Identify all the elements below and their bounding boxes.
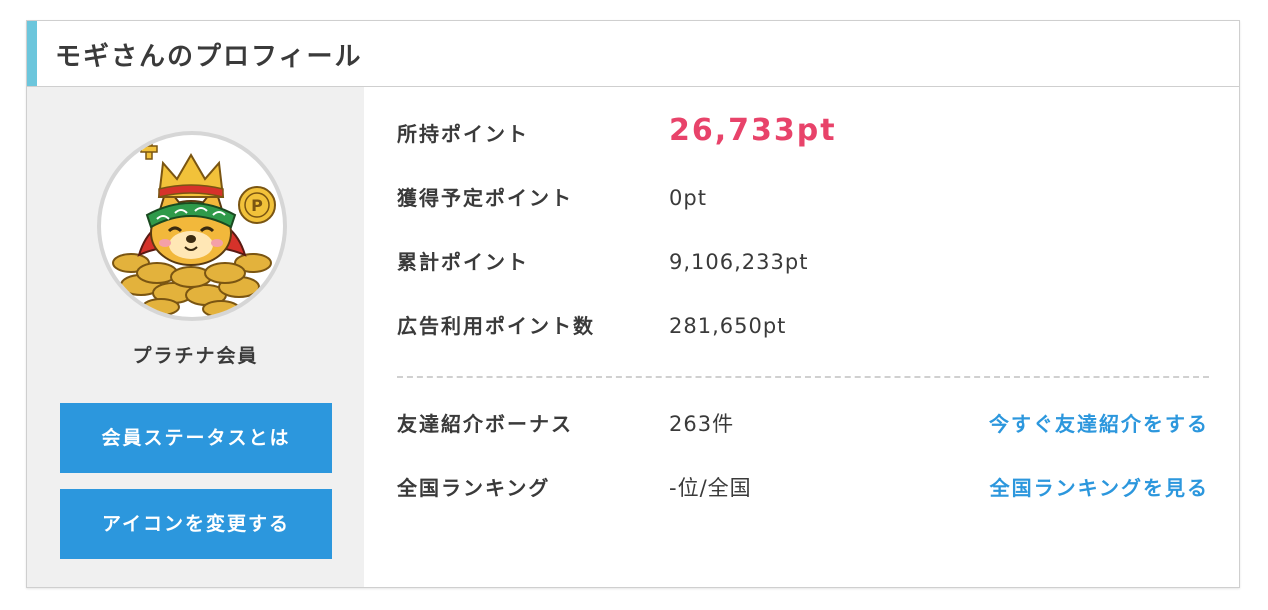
- member-status-button[interactable]: 会員ステータスとは: [60, 403, 332, 473]
- total-points-value: 9,106,233pt: [669, 250, 809, 274]
- held-points-row: 所持ポイント 26,733pt: [397, 113, 1209, 151]
- friend-bonus-label: 友達紹介ボーナス: [397, 412, 573, 436]
- view-ranking-link[interactable]: 全国ランキングを見る: [990, 471, 1209, 505]
- member-rank-label: プラチナ会員: [132, 345, 259, 367]
- avatar: P: [97, 131, 287, 321]
- held-points-label: 所持ポイント: [397, 122, 529, 146]
- total-points-row: 累計ポイント 9,106,233pt: [397, 245, 1209, 279]
- crowned-shiba-coins-icon: P: [112, 140, 276, 317]
- profile-details: 所持ポイント 26,733pt 獲得予定ポイント 0pt 累計ポイント 9,10…: [364, 87, 1239, 587]
- ad-used-points-value: 281,650pt: [669, 314, 787, 338]
- change-icon-button[interactable]: アイコンを変更する: [60, 489, 332, 559]
- friend-bonus-row: 友達紹介ボーナス 263件 今すぐ友達紹介をする: [397, 407, 1209, 441]
- ad-used-points-row: 広告利用ポイント数 281,650pt: [397, 309, 1209, 343]
- page-title: モギさんのプロフィール: [55, 42, 363, 72]
- profile-card: モギさんのプロフィール P プラチナ会員 会員ステータスとは アイコンを変更する…: [26, 20, 1240, 588]
- profile-header: モギさんのプロフィール: [27, 21, 1239, 87]
- pending-points-label: 獲得予定ポイント: [397, 186, 573, 210]
- ranking-label: 全国ランキング: [397, 476, 551, 500]
- profile-sidebar: P プラチナ会員 会員ステータスとは アイコンを変更する: [27, 87, 364, 587]
- svg-text:P: P: [251, 196, 263, 215]
- ranking-value: -位/全国: [669, 476, 752, 500]
- pending-points-value: 0pt: [669, 186, 707, 210]
- friend-bonus-value: 263件: [669, 412, 735, 436]
- ranking-row: 全国ランキング -位/全国 全国ランキングを見る: [397, 471, 1209, 505]
- pending-points-row: 獲得予定ポイント 0pt: [397, 181, 1209, 215]
- section-divider: [397, 376, 1209, 378]
- total-points-label: 累計ポイント: [397, 250, 529, 274]
- held-points-value: 26,733pt: [669, 113, 837, 148]
- header-accent-bar: [27, 21, 37, 86]
- invite-friends-link[interactable]: 今すぐ友達紹介をする: [989, 407, 1209, 441]
- ad-used-points-label: 広告利用ポイント数: [397, 314, 595, 338]
